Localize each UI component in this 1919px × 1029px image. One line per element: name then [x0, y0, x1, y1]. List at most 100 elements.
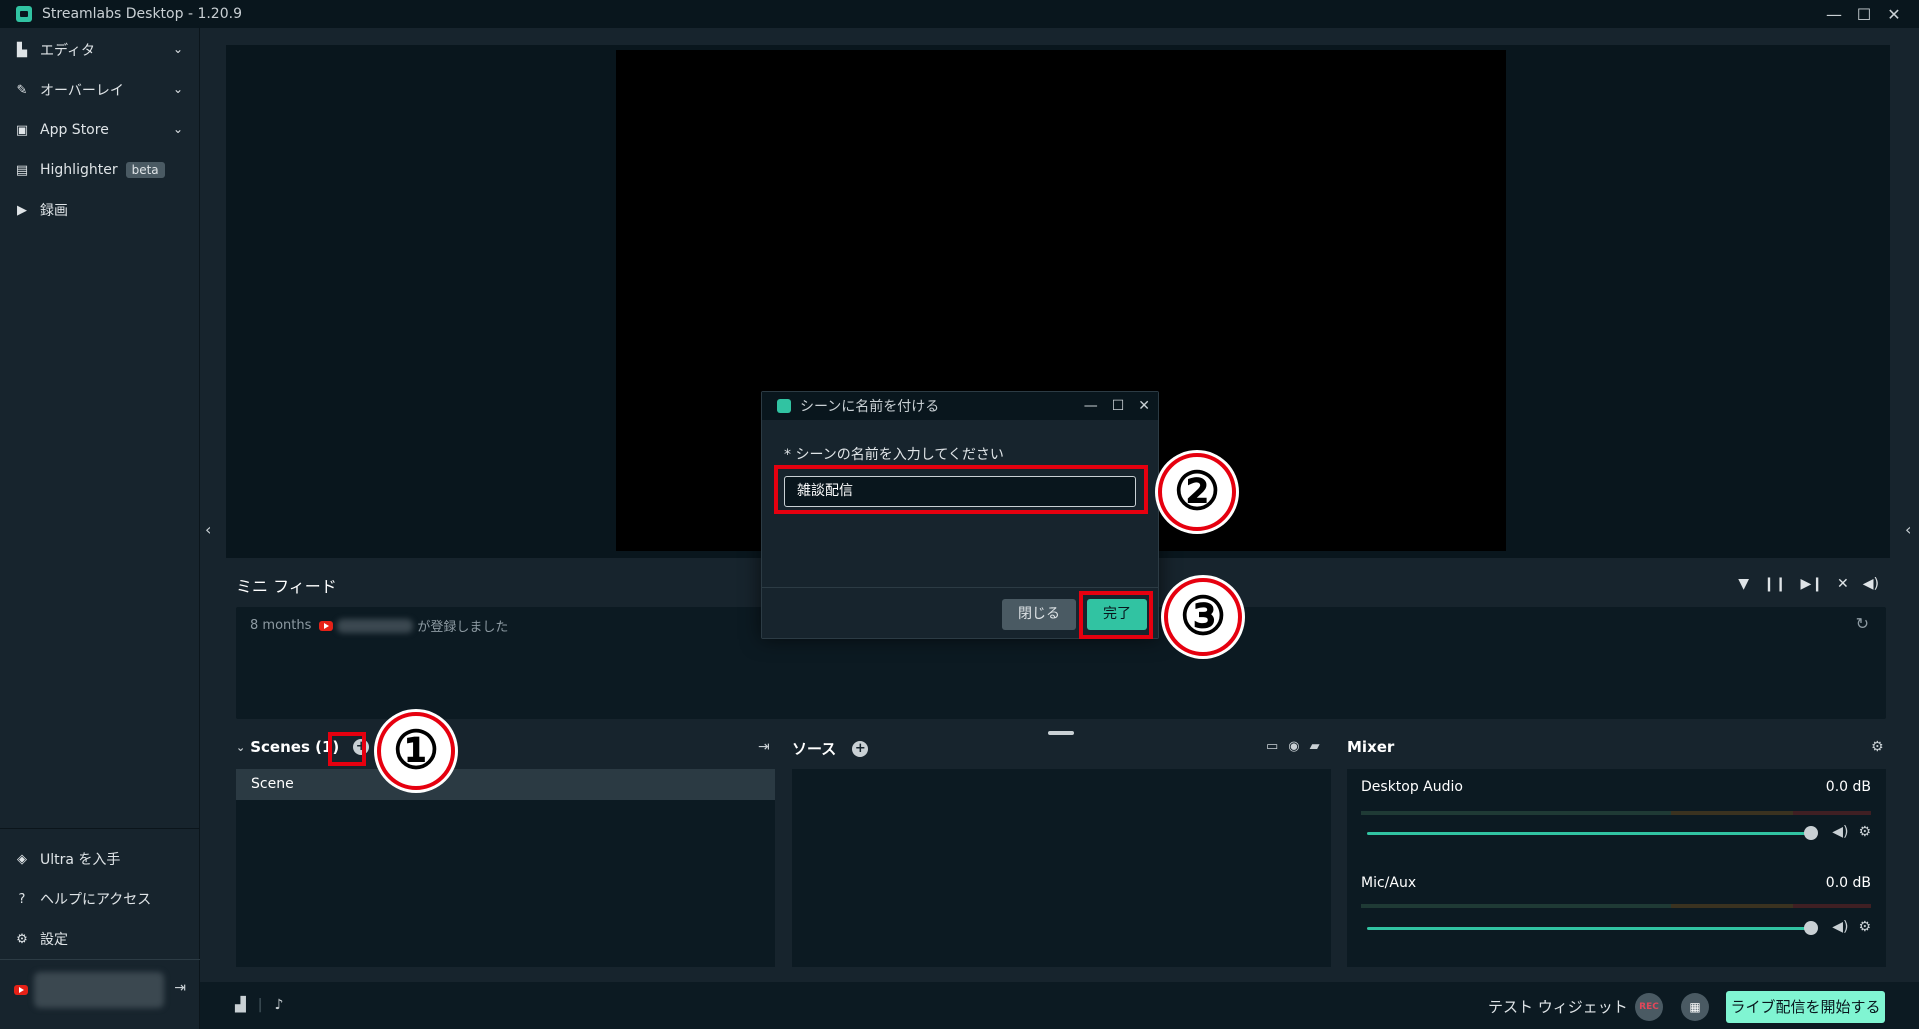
ultra-icon: ◈ — [17, 851, 27, 867]
mute-alerts-icon[interactable]: ✕ — [1837, 576, 1849, 592]
step-2-marker: ② — [1158, 453, 1236, 531]
highlight-scene-name-input — [774, 465, 1148, 514]
store-icon: ▣ — [15, 122, 29, 138]
collapse-chevron-icon[interactable]: ⌄ — [236, 741, 245, 754]
minimize-icon[interactable]: — — [1084, 398, 1098, 414]
channel-name: Desktop Audio — [1361, 779, 1463, 795]
gear-icon: ⚙ — [16, 931, 28, 947]
editor-icon: ▙ — [17, 42, 27, 58]
minifeed-title: ミニ フィード — [236, 577, 337, 596]
streamlabs-logo-icon — [777, 399, 791, 413]
sidebar-item-app-store[interactable]: ▣ App Store ⌄ — [0, 110, 199, 150]
dialog-window-controls: — ☐ ✕ — [1084, 392, 1150, 420]
scene-item[interactable]: Scene — [236, 769, 775, 800]
sidebar-item-settings[interactable]: ⚙ 設定 — [0, 919, 200, 959]
step-3-marker: ③ — [1164, 578, 1242, 656]
test-widget-button[interactable]: テスト ウィジェット — [1488, 996, 1628, 1017]
mixer-channel-mic-aux: Mic/Aux 0.0 dB ◀) ⚙ — [1361, 875, 1871, 935]
volume-meter — [1361, 811, 1871, 815]
chevron-down-icon[interactable]: ⌄ — [173, 82, 183, 96]
pause-icon[interactable]: ❙❙ — [1763, 576, 1786, 592]
volume-meter — [1361, 904, 1871, 908]
sidebar-item-highlighter[interactable]: ▤ Highlighter beta — [0, 150, 199, 190]
mixer-settings-icon[interactable]: ⚙ — [1871, 739, 1884, 755]
sidebar-item-label: 録画 — [40, 203, 68, 219]
clapperboard-icon: ▤ — [15, 162, 29, 178]
streamlabs-logo-icon — [16, 6, 32, 22]
speaker-icon[interactable]: ◀) — [1832, 824, 1848, 840]
volume-slider[interactable] — [1367, 921, 1818, 935]
volume-icon[interactable]: ◀) — [1863, 576, 1879, 592]
sidebar-bottom: ◈ Ultra を入手 ? ヘルプにアクセス ⚙ 設定 — [0, 828, 200, 959]
channel-controls: ◀) ⚙ — [1832, 824, 1871, 840]
schedule-stream-icon[interactable]: ▦ — [1681, 993, 1709, 1021]
stats-icon[interactable]: ▟ — [235, 997, 246, 1013]
feed-entry-time: 8 months — [250, 618, 312, 633]
close-icon[interactable]: ✕ — [1879, 0, 1909, 28]
dialog-title-bar: シーンに名前を付ける — ☐ ✕ — [762, 392, 1158, 420]
sidebar-item-label: Ultra を入手 — [40, 852, 121, 868]
add-folder-icon[interactable]: ▰ — [1310, 739, 1320, 754]
account-name-redacted — [34, 971, 164, 1008]
add-source-button[interactable]: + — [852, 740, 869, 757]
volume-slider[interactable] — [1367, 826, 1818, 840]
minifeed-toolbar: ▼ ❙❙ ▶❙ ✕ ◀) — [1738, 576, 1879, 592]
mixer-header: Mixer — [1347, 738, 1394, 756]
channel-db: 0.0 dB — [1825, 779, 1871, 795]
collapse-left-icon[interactable]: ‹ — [205, 520, 211, 539]
feed-entry: 8 months が登録しました — [250, 616, 508, 635]
speaker-icon[interactable]: ◀) — [1832, 919, 1848, 935]
sidebar-item-recordings[interactable]: ▶ 録画 — [0, 190, 199, 230]
overlay-brush-icon: ✎ — [16, 82, 28, 98]
scene-name-label: * シーンの名前を入力してください — [784, 447, 1004, 463]
sidebar-item-overlay[interactable]: ✎ オーバーレイ ⌄ — [0, 70, 199, 110]
scene-transitions-icon[interactable]: ⇥ — [758, 739, 770, 755]
maximize-icon[interactable]: ☐ — [1849, 0, 1879, 28]
display-source-icon[interactable]: ▭ — [1266, 739, 1278, 754]
record-button[interactable]: REC — [1635, 993, 1663, 1021]
sidebar-item-editor[interactable]: ▙ エディタ ⌄ — [0, 30, 199, 70]
collapse-right-icon[interactable]: ‹ — [1905, 520, 1911, 539]
window-title: Streamlabs Desktop - 1.20.9 — [42, 6, 242, 22]
gear-icon[interactable]: ⚙ — [1858, 919, 1871, 935]
filter-icon[interactable]: ▼ — [1738, 576, 1749, 592]
sidebar-item-label: 設定 — [40, 932, 68, 948]
close-icon[interactable]: ✕ — [1138, 398, 1150, 414]
logout-icon[interactable]: ⇥ — [174, 980, 186, 996]
go-live-button[interactable]: ライブ配信を開始する — [1726, 991, 1885, 1023]
webcam-source-icon[interactable]: ◉ — [1288, 739, 1299, 754]
sidebar-item-ultra[interactable]: ◈ Ultra を入手 — [0, 839, 200, 879]
sources-header: ソース + — [792, 738, 869, 759]
channel-name: Mic/Aux — [1361, 875, 1417, 891]
volume-slider-knob[interactable] — [1804, 826, 1818, 840]
window-controls: — ☐ ✕ — [1819, 0, 1909, 28]
close-button[interactable]: 閉じる — [1002, 599, 1076, 630]
play-circle-icon: ▶ — [17, 202, 27, 218]
sources-toolbar: ▭ ◉ ▰ — [1266, 739, 1320, 754]
sidebar-item-label: App Store — [40, 122, 109, 138]
account-row[interactable]: ⇥ — [0, 959, 200, 1019]
scenes-title: Scenes (1) — [250, 738, 340, 756]
notification-bell-icon[interactable]: ♪ — [275, 997, 284, 1013]
maximize-icon[interactable]: ☐ — [1112, 398, 1125, 414]
resize-handle[interactable] — [1048, 731, 1074, 735]
beta-badge: beta — [125, 162, 165, 178]
title-bar: Streamlabs Desktop - 1.20.9 — ☐ ✕ — [0, 0, 1919, 28]
sidebar-item-label: Highlighter — [40, 162, 118, 178]
minimize-icon[interactable]: — — [1819, 0, 1849, 28]
sidebar-item-help[interactable]: ? ヘルプにアクセス — [0, 879, 200, 919]
sources-title: ソース — [792, 740, 837, 758]
refresh-icon[interactable]: ↻ — [1856, 614, 1869, 633]
skip-icon[interactable]: ▶❙ — [1801, 576, 1824, 592]
step-1-marker: ① — [377, 712, 455, 790]
help-icon: ? — [18, 891, 26, 907]
sidebar-item-label: ヘルプにアクセス — [40, 892, 152, 908]
highlight-done-button — [1079, 591, 1153, 639]
chevron-down-icon[interactable]: ⌄ — [173, 42, 183, 56]
channel-db: 0.0 dB — [1825, 875, 1871, 891]
sidebar-item-label: オーバーレイ — [40, 83, 124, 99]
gear-icon[interactable]: ⚙ — [1858, 824, 1871, 840]
volume-slider-knob[interactable] — [1804, 921, 1818, 935]
chevron-down-icon[interactable]: ⌄ — [173, 122, 183, 136]
sidebar: ▙ エディタ ⌄ ✎ オーバーレイ ⌄ ▣ App Store ⌄ ▤ High… — [0, 28, 200, 1029]
